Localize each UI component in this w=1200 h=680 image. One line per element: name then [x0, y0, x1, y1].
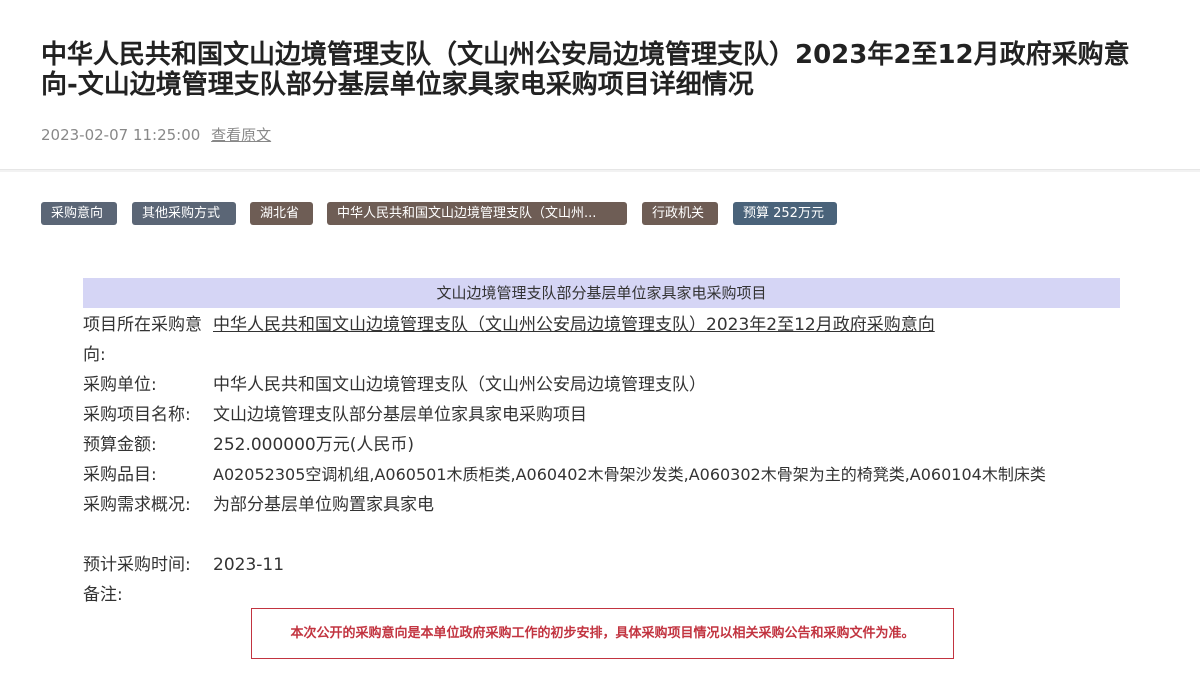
tag-budget[interactable]: 预算 252万元 [733, 202, 837, 225]
row-value: 2023-11 [213, 555, 285, 575]
tag-procurement-method[interactable]: 其他采购方式 [132, 202, 236, 225]
disclaimer-notice: 本次公开的采购意向是本单位政府采购工作的初步安排，具体采购项目情况以相关采购公告… [251, 608, 954, 659]
table-row: 预计采购时间: 2023-11 [83, 550, 1123, 580]
table-row: 采购品目: A02052305空调机组,A060501木质柜类,A060402木… [83, 460, 1123, 490]
table-row: 项目所在采购意向: 中华人民共和国文山边境管理支队（文山州公安局边境管理支队）2… [83, 310, 1123, 370]
table-row: 备注: [83, 580, 1123, 610]
row-value: 为部分基层单位购置家具家电 [213, 495, 434, 515]
row-label: 预计采购时间: [83, 555, 191, 575]
publish-datetime: 2023-02-07 11:25:00 [41, 126, 201, 144]
page-title: 中华人民共和国文山边境管理支队（文山州公安局边境管理支队）2023年2至12月政… [41, 40, 1130, 100]
row-label: 采购项目名称: [83, 405, 191, 425]
tag-procurement-intent[interactable]: 采购意向 [41, 202, 117, 225]
row-label: 采购单位: [83, 375, 157, 395]
tag-province[interactable]: 湖北省 [250, 202, 313, 225]
project-table-header: 文山边境管理支队部分基层单位家具家电采购项目 [83, 278, 1120, 308]
row-label: 采购需求概况: [83, 495, 191, 515]
row-label: 项目所在采购意向: [83, 315, 202, 365]
table-row: 采购需求概况: 为部分基层单位购置家具家电 [83, 490, 1123, 550]
table-row: 采购项目名称: 文山边境管理支队部分基层单位家具家电采购项目 [83, 400, 1123, 430]
procurement-intent-link[interactable]: 中华人民共和国文山边境管理支队（文山州公安局边境管理支队）2023年2至12月政… [213, 310, 1123, 340]
row-value: 中华人民共和国文山边境管理支队（文山州公安局边境管理支队） [213, 375, 706, 395]
row-value: 252.000000万元(人民币) [213, 435, 415, 455]
meta-line: 2023-02-07 11:25:00 查看原文 [41, 125, 271, 145]
row-label: 采购品目: [83, 465, 157, 485]
table-row: 预算金额: 252.000000万元(人民币) [83, 430, 1123, 460]
row-label: 预算金额: [83, 435, 157, 455]
view-original-link[interactable]: 查看原文 [211, 126, 271, 144]
row-value: A02052305空调机组,A060501木质柜类,A060402木骨架沙发类,… [213, 465, 1046, 484]
row-value: 文山边境管理支队部分基层单位家具家电采购项目 [213, 405, 587, 425]
content-card: 采购意向 其他采购方式 湖北省 中华人民共和国文山边境管理支队（文山州... 行… [0, 172, 1200, 680]
table-row: 采购单位: 中华人民共和国文山边境管理支队（文山州公安局边境管理支队） [83, 370, 1123, 400]
header-card: 中华人民共和国文山边境管理支队（文山州公安局边境管理支队）2023年2至12月政… [0, 0, 1200, 170]
row-label: 备注: [83, 585, 123, 605]
tag-org-type[interactable]: 行政机关 [642, 202, 718, 225]
tag-organization[interactable]: 中华人民共和国文山边境管理支队（文山州... [327, 202, 627, 225]
project-detail-table: 项目所在采购意向: 中华人民共和国文山边境管理支队（文山州公安局边境管理支队）2… [83, 310, 1123, 610]
